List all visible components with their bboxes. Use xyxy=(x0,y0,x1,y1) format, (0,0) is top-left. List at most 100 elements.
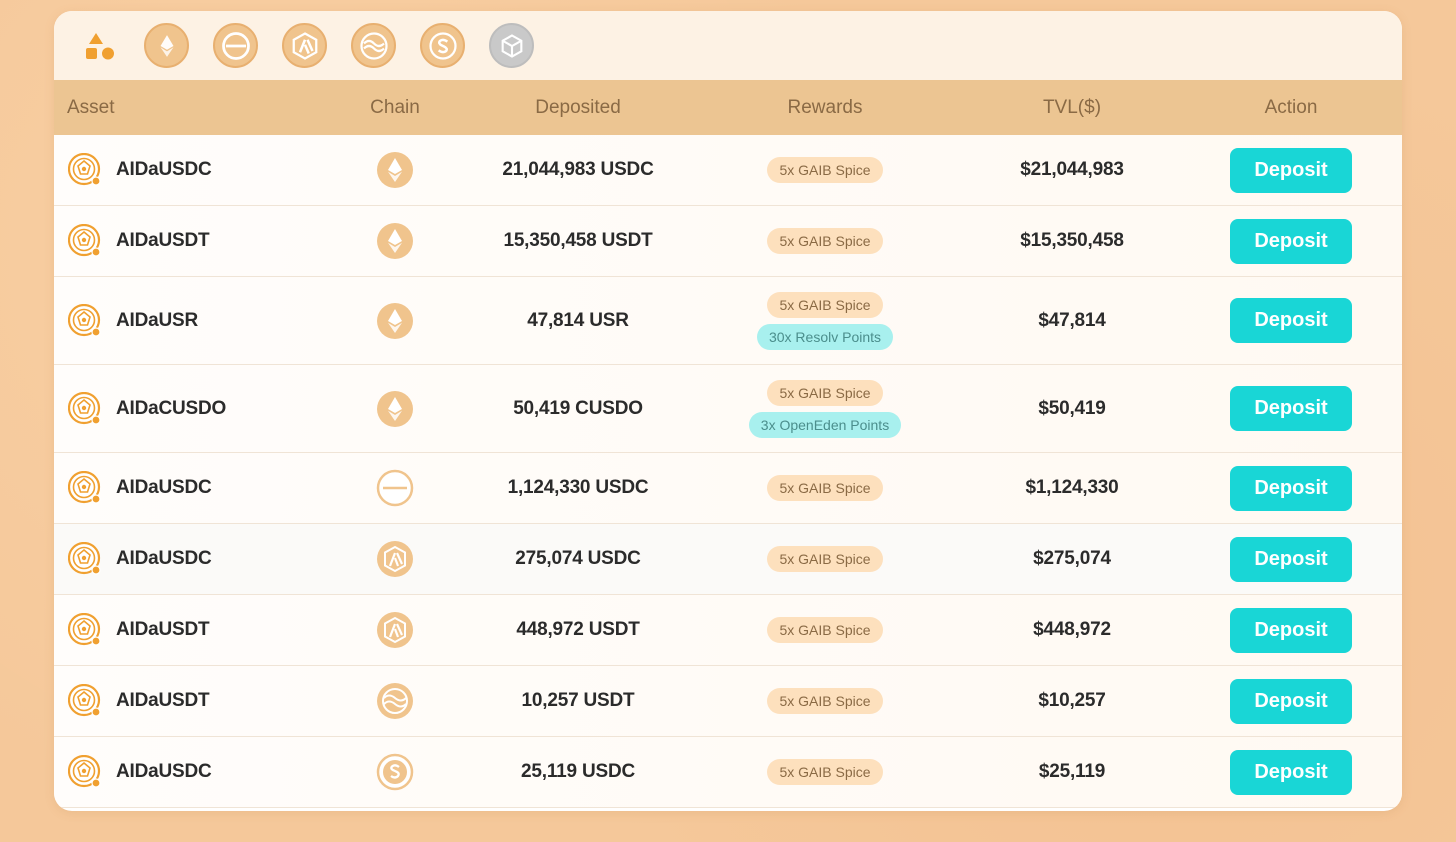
tvl-value: $21,044,983 xyxy=(1020,159,1124,180)
arbitrum-icon xyxy=(376,611,414,649)
header-asset: Asset xyxy=(67,96,115,118)
rewards-cell: 5x GAIB Spice xyxy=(702,688,948,714)
base-icon xyxy=(376,469,414,507)
asset-name: AIDaUSR xyxy=(116,309,199,331)
reward-badge: 5x GAIB Spice xyxy=(767,475,883,501)
deposit-button[interactable]: Deposit xyxy=(1230,218,1352,264)
header-deposited: Deposited xyxy=(535,96,621,118)
rewards-cell: 5x GAIB Spice xyxy=(702,759,948,785)
ethereum-filter[interactable] xyxy=(144,23,189,68)
arbitrum-filter[interactable] xyxy=(282,23,327,68)
chain-cell xyxy=(336,302,454,340)
all-chains-filter[interactable] xyxy=(82,23,118,68)
asset-cell: AIDaUSDT xyxy=(54,612,336,647)
deposited-value: 50,419 CUSDO xyxy=(513,397,643,419)
tvl-value: $1,124,330 xyxy=(1025,477,1119,498)
ethereum-icon xyxy=(376,302,414,340)
vaults-table-card: Asset Chain Deposited Rewards TVL($) Act… xyxy=(54,11,1402,811)
table-body: AIDaUSDC 21,044,983 USDC 5x GAIB Spice $… xyxy=(54,135,1402,808)
rewards-cell: 5x GAIB Spice xyxy=(702,228,948,254)
action-cell: Deposit xyxy=(1196,749,1386,795)
sei-filter[interactable] xyxy=(351,23,396,68)
table-row: AIDaUSDT 15,350,458 USDT 5x GAIB Spice $… xyxy=(54,206,1402,277)
ethereum-icon xyxy=(376,390,414,428)
chain-filter-bar xyxy=(54,11,1402,80)
reward-badge: 30x Resolv Points xyxy=(756,323,894,350)
asset-name: AIDaUSDT xyxy=(116,230,210,251)
tvl-value: $10,257 xyxy=(1038,690,1106,711)
deposited-value: 25,119 USDC xyxy=(521,761,635,782)
chain-cell xyxy=(336,469,454,507)
deposited-value: 448,972 USDT xyxy=(516,619,640,640)
aida-token-icon xyxy=(67,754,102,789)
minus-circle-icon xyxy=(221,31,250,60)
rewards-cell: 5x GAIB Spice xyxy=(702,157,948,183)
deposit-button[interactable]: Deposit xyxy=(1230,147,1352,193)
header-tvl: TVL($) xyxy=(1042,96,1102,118)
table-header: Asset Chain Deposited Rewards TVL($) Act… xyxy=(54,80,1402,135)
asset-name: AIDaUSDC xyxy=(116,477,212,498)
action-cell: Deposit xyxy=(1196,607,1386,653)
aida-token-icon xyxy=(67,391,102,426)
chain-cell xyxy=(336,222,454,260)
deposit-button[interactable]: Deposit xyxy=(1230,465,1352,511)
deposit-button[interactable]: Deposit xyxy=(1230,749,1352,795)
asset-name: AIDaUSDT xyxy=(116,619,210,640)
header-chain: Chain xyxy=(370,96,420,118)
asset-cell: AIDaUSDC xyxy=(54,541,336,576)
table-row: AIDaCUSDO 50,419 CUSDO 5x GAIB Spice 3x O… xyxy=(54,365,1402,453)
deposit-button[interactable]: Deposit xyxy=(1230,607,1352,653)
deposit-button[interactable]: Deposit xyxy=(1230,678,1352,724)
ethereum-icon xyxy=(376,222,414,260)
asset-name: AIDaUSDC xyxy=(116,548,212,569)
asset-cell: AIDaUSR xyxy=(54,303,336,338)
tvl-value: $15,350,458 xyxy=(1020,230,1124,251)
sei-icon xyxy=(376,682,414,720)
tvl-value: $448,972 xyxy=(1033,619,1111,640)
action-cell: Deposit xyxy=(1196,147,1386,193)
reward-badge: 5x GAIB Spice xyxy=(767,617,883,643)
asset-name: AIDaCUSDO xyxy=(116,397,227,419)
deposited-value: 275,074 USDC xyxy=(515,548,641,569)
chain-cell xyxy=(336,390,454,428)
ethereum-icon xyxy=(376,151,414,189)
tvl-value: $50,419 xyxy=(1038,397,1106,419)
tvl-value: $275,074 xyxy=(1033,548,1111,569)
aida-token-icon xyxy=(67,470,102,505)
aida-token-icon xyxy=(67,223,102,258)
asset-cell: AIDaUSDC xyxy=(54,754,336,789)
deposit-button[interactable]: Deposit xyxy=(1230,386,1352,431)
action-cell: Deposit xyxy=(1196,386,1386,431)
reward-badge: 5x GAIB Spice xyxy=(767,688,883,714)
arbitrum-icon xyxy=(292,31,317,60)
reward-badge: 5x GAIB Spice xyxy=(767,759,883,785)
table-row: AIDaUSDT 448,972 USDT 5x GAIB Spice $448… xyxy=(54,595,1402,666)
asset-cell: AIDaUSDT xyxy=(54,683,336,718)
reward-badge: 5x GAIB Spice xyxy=(767,379,883,406)
action-cell: Deposit xyxy=(1196,298,1386,343)
deposit-button[interactable]: Deposit xyxy=(1230,298,1352,343)
header-rewards: Rewards xyxy=(787,96,863,118)
aida-token-icon xyxy=(67,303,102,338)
deposit-button[interactable]: Deposit xyxy=(1230,536,1352,582)
aida-token-icon xyxy=(67,541,102,576)
action-cell: Deposit xyxy=(1196,536,1386,582)
chain-cell xyxy=(336,611,454,649)
arbitrum-icon xyxy=(376,540,414,578)
deposited-value: 21,044,983 USDC xyxy=(502,159,654,180)
table-row: AIDaUSDC 275,074 USDC 5x GAIB Spice $275… xyxy=(54,524,1402,595)
base-filter[interactable] xyxy=(213,23,258,68)
action-cell: Deposit xyxy=(1196,218,1386,264)
chain-cell xyxy=(336,151,454,189)
rewards-cell: 5x GAIB Spice 3x OpenEden Points xyxy=(702,379,948,438)
chain-cell xyxy=(336,540,454,578)
reward-badge: 5x GAIB Spice xyxy=(767,157,883,183)
table-row: AIDaUSR 47,814 USR 5x GAIB Spice 30x Reso… xyxy=(54,277,1402,365)
rewards-cell: 5x GAIB Spice 30x Resolv Points xyxy=(702,291,948,350)
table-row: AIDaUSDT 10,257 USDT 5x GAIB Spice $10,2… xyxy=(54,666,1402,737)
header-action: Action xyxy=(1264,96,1318,118)
cube-icon xyxy=(501,33,522,58)
sonic-filter[interactable] xyxy=(420,23,465,68)
bnb-filter[interactable] xyxy=(489,23,534,68)
asset-cell: AIDaUSDC xyxy=(54,470,336,505)
